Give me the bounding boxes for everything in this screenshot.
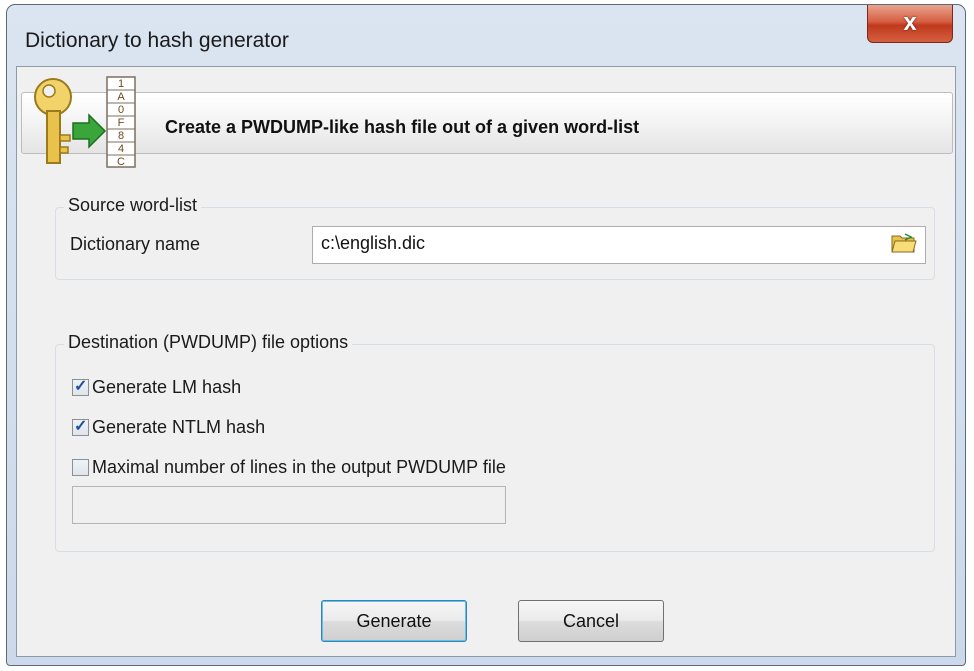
title-bar[interactable]: Dictionary to hash generator x: [7, 5, 965, 65]
generate-ntlm-hash-checkbox[interactable]: ✓: [72, 418, 89, 436]
hash-list-icon: 1 A 0 F 8 4 C: [106, 76, 136, 168]
close-button[interactable]: x: [867, 5, 953, 43]
max-lines-input[interactable]: [72, 486, 506, 524]
dictionary-name-label: Dictionary name: [70, 234, 201, 254]
arrow-right-icon: [72, 113, 107, 149]
key-with-hash-list-icon: 1 A 0 F 8 4 C: [34, 76, 136, 168]
key-icon: [34, 78, 72, 164]
dialog-body: 1 A 0 F 8 4 C Create a PWDUMP-like hash …: [16, 66, 956, 657]
dialog-window: Dictionary to hash generator x 1 A 0 F 8…: [6, 4, 966, 666]
generate-lm-hash-checkbox[interactable]: ✓: [72, 378, 89, 396]
banner-heading: Create a PWDUMP-like hash file out of a …: [165, 117, 640, 137]
svg-text:0: 0: [118, 104, 124, 116]
dictionary-name-value: c:\english.dic: [321, 233, 426, 253]
svg-text:8: 8: [118, 130, 124, 142]
header-banner: 1 A 0 F 8 4 C Create a PWDUMP-like hash …: [17, 69, 957, 168]
max-lines-checkbox[interactable]: [72, 459, 89, 476]
generate-ntlm-hash-label[interactable]: Generate NTLM hash: [92, 417, 265, 438]
window-title: Dictionary to hash generator: [25, 29, 289, 52]
dictionary-name-input[interactable]: c:\english.dic: [312, 226, 926, 264]
checkmark-icon: ✓: [74, 418, 88, 435]
destination-options-group: Destination (PWDUMP) file options ✓ Gene…: [55, 332, 935, 552]
close-icon: x: [903, 9, 917, 36]
svg-text:1: 1: [118, 78, 124, 90]
svg-text:A: A: [117, 91, 125, 103]
svg-text:4: 4: [118, 143, 124, 155]
cancel-button[interactable]: Cancel: [518, 600, 664, 642]
generate-button[interactable]: Generate: [321, 600, 467, 642]
destination-group-title: Destination (PWDUMP) file options: [64, 332, 353, 353]
folder-open-icon[interactable]: [891, 232, 917, 254]
source-wordlist-group: Source word-list Dictionary name c:\engl…: [55, 195, 935, 280]
svg-text:F: F: [118, 117, 125, 129]
generate-lm-hash-label[interactable]: Generate LM hash: [92, 377, 241, 398]
max-lines-label[interactable]: Maximal number of lines in the output PW…: [92, 457, 506, 478]
checkmark-icon: ✓: [74, 378, 88, 395]
svg-text:C: C: [117, 156, 125, 168]
source-group-title: Source word-list: [64, 195, 202, 216]
